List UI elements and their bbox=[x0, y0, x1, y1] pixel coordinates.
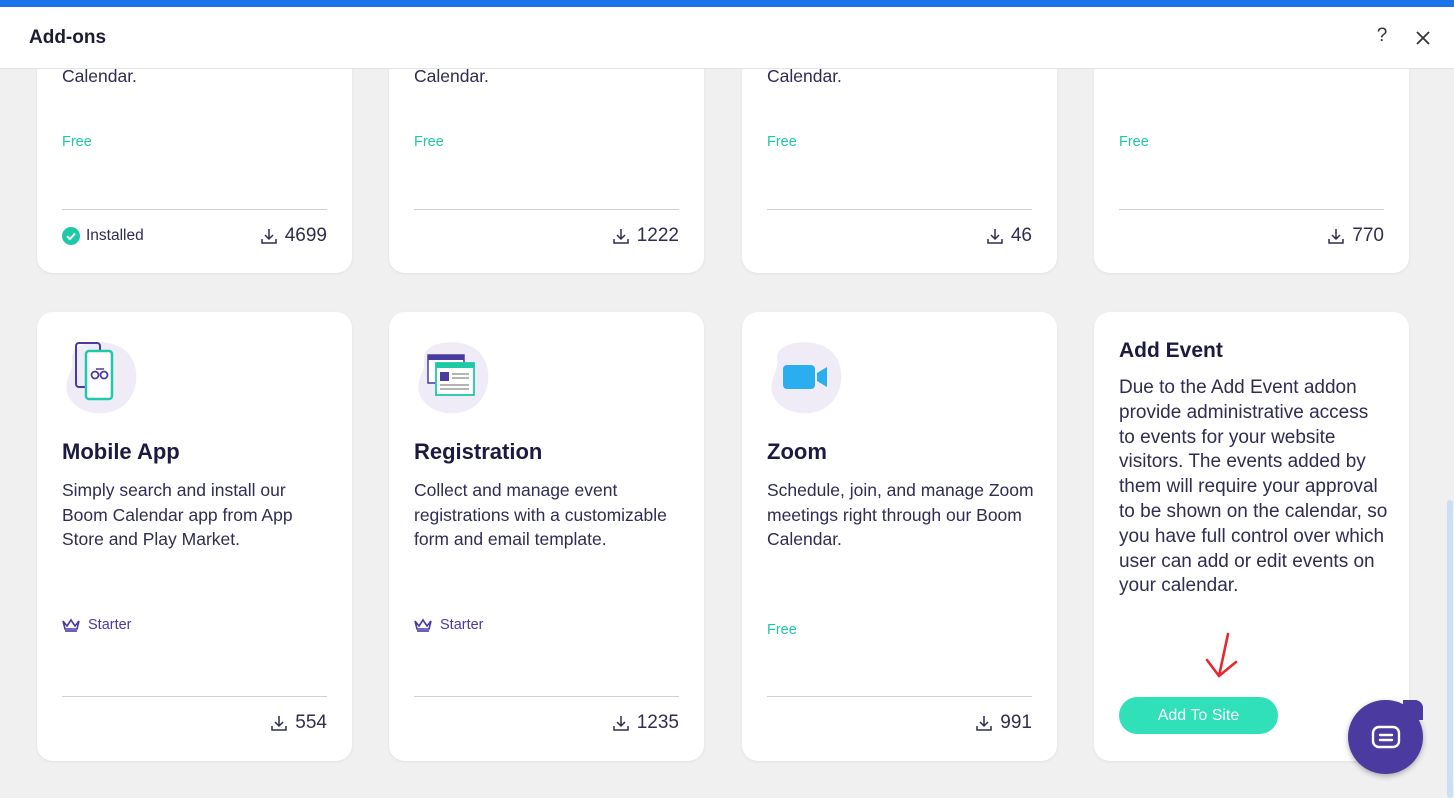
check-circle-icon bbox=[62, 227, 80, 245]
download-count: 46 bbox=[985, 225, 1032, 247]
scrollbar-thumb[interactable] bbox=[1447, 500, 1453, 798]
addon-card-zoom[interactable]: Zoom Schedule, join, and manage Zoom mee… bbox=[742, 312, 1057, 761]
download-icon bbox=[1328, 229, 1345, 244]
addon-description: Collect and manage event registrations w… bbox=[414, 480, 667, 550]
download-count-value: 46 bbox=[1010, 225, 1032, 246]
add-to-site-button[interactable]: Add To Site bbox=[1119, 697, 1278, 734]
plan-badge: Starter bbox=[414, 617, 484, 633]
addon-card: Calendar. Free Installed 4699 bbox=[37, 69, 352, 273]
plan-label: Starter bbox=[88, 617, 132, 633]
header: Add-ons ? bbox=[0, 7, 1454, 69]
download-icon bbox=[987, 229, 1003, 244]
download-count-value: 770 bbox=[1352, 225, 1384, 246]
addon-description: Simply search and install our Boom Calen… bbox=[62, 480, 293, 550]
divider bbox=[767, 696, 1032, 697]
addon-card-mobile-app[interactable]: Mobile App Simply search and install our… bbox=[37, 312, 352, 761]
download-count: 991 bbox=[974, 712, 1032, 734]
plan-label: Starter bbox=[440, 617, 484, 633]
addon-name: Add Event bbox=[1119, 339, 1223, 362]
download-count: 4699 bbox=[259, 225, 327, 247]
divider bbox=[1119, 209, 1384, 210]
addon-card: Calendar. Free 1222 bbox=[389, 69, 704, 273]
installed-status: Installed bbox=[62, 227, 144, 245]
addon-name: Zoom bbox=[767, 439, 827, 464]
addons-grid: Calendar. Free Installed 4699 Calendar. … bbox=[0, 69, 1454, 798]
addon-description: Schedule, join, and manage Zoom meetings… bbox=[767, 480, 1034, 550]
help-button[interactable]: ? bbox=[1372, 25, 1392, 49]
divider bbox=[414, 209, 679, 210]
download-count-value: 1235 bbox=[636, 712, 679, 733]
crown-icon bbox=[414, 618, 432, 632]
divider bbox=[62, 696, 327, 697]
mobile-app-icon bbox=[66, 342, 137, 414]
addon-description: Calendar. bbox=[414, 69, 489, 86]
chat-button[interactable] bbox=[1348, 700, 1423, 774]
plan-badge: Starter bbox=[62, 617, 132, 633]
close-icon bbox=[1416, 31, 1430, 45]
registration-icon bbox=[418, 342, 489, 414]
download-icon bbox=[271, 716, 288, 731]
download-icon bbox=[612, 716, 629, 731]
divider bbox=[767, 209, 1032, 210]
divider bbox=[62, 209, 327, 210]
download-count-value: 4699 bbox=[284, 225, 327, 246]
addon-card-registration[interactable]: Registration Collect and manage event re… bbox=[389, 312, 704, 761]
download-count-value: 991 bbox=[1000, 712, 1032, 733]
zoom-video-icon bbox=[771, 342, 842, 414]
download-count: 770 bbox=[1326, 225, 1384, 247]
chat-icon bbox=[1371, 725, 1400, 749]
addon-description: Calendar. bbox=[62, 69, 137, 86]
addon-description: Calendar. bbox=[767, 69, 842, 86]
addon-name: Mobile App bbox=[62, 439, 180, 464]
download-count: 554 bbox=[269, 712, 327, 734]
close-button[interactable] bbox=[1412, 27, 1434, 49]
download-icon bbox=[260, 229, 277, 244]
divider bbox=[414, 696, 679, 697]
crown-icon bbox=[62, 618, 80, 632]
addon-card: Calendar. Free 46 bbox=[742, 69, 1057, 273]
installed-label: Installed bbox=[86, 227, 144, 244]
download-count: 1235 bbox=[611, 712, 679, 734]
download-count-value: 554 bbox=[295, 712, 327, 733]
price-label: Free bbox=[414, 134, 444, 150]
page-title: Add-ons bbox=[29, 27, 107, 48]
download-count: 1222 bbox=[611, 225, 679, 247]
addon-description: Due to the Add Event addon provide admin… bbox=[1119, 377, 1388, 597]
addon-card-add-event[interactable]: Add Event Due to the Add Event addon pro… bbox=[1094, 312, 1409, 761]
addon-name: Registration bbox=[414, 439, 543, 464]
arrow-down-icon bbox=[1205, 632, 1238, 678]
addon-card: Free 770 bbox=[1094, 69, 1409, 273]
price-label: Free bbox=[767, 622, 797, 638]
download-icon bbox=[612, 229, 629, 244]
download-icon bbox=[976, 716, 993, 731]
price-label: Free bbox=[62, 134, 92, 150]
price-label: Free bbox=[1119, 134, 1149, 150]
price-label: Free bbox=[767, 134, 797, 150]
download-count-value: 1222 bbox=[636, 225, 679, 246]
top-accent-bar bbox=[0, 0, 1454, 7]
